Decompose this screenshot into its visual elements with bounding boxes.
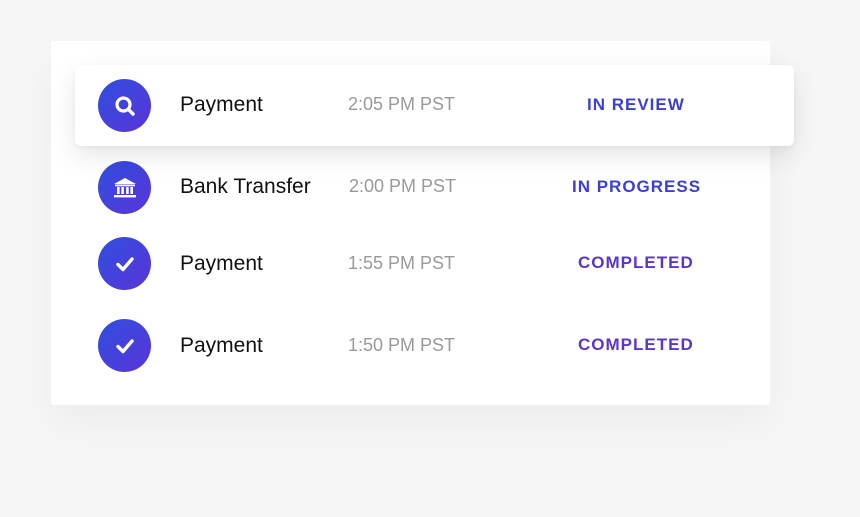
transaction-time: 1:50 PM PST	[348, 335, 456, 355]
status-badge: COMPLETED	[578, 253, 694, 272]
checkmark-icon	[98, 319, 151, 372]
transaction-time: 2:00 PM PST	[349, 176, 457, 196]
status-badge: IN PROGRESS	[572, 177, 702, 196]
transaction-time: 2:05 PM PST	[348, 94, 456, 114]
transaction-type: Payment	[180, 252, 263, 275]
status-badge: COMPLETED	[578, 335, 694, 354]
transaction-row-bank-transfer[interactable]: Bank Transfer 2:00 PM PST IN PROGRESS	[51, 147, 770, 229]
transaction-time: 1:55 PM PST	[348, 253, 456, 273]
transaction-type: Payment	[180, 334, 263, 357]
transaction-type: Payment	[180, 93, 263, 116]
transaction-row-payment-completed[interactable]: Payment 1:50 PM PST COMPLETED	[51, 305, 770, 387]
search-icon	[98, 79, 151, 132]
status-badge: IN REVIEW	[587, 95, 685, 114]
bank-icon	[98, 161, 151, 214]
transaction-row-payment-review[interactable]: Payment 2:05 PM PST IN REVIEW	[75, 65, 794, 146]
transaction-row-payment-completed[interactable]: Payment 1:55 PM PST COMPLETED	[51, 223, 770, 305]
checkmark-icon	[98, 237, 151, 290]
transaction-type: Bank Transfer	[180, 175, 311, 198]
